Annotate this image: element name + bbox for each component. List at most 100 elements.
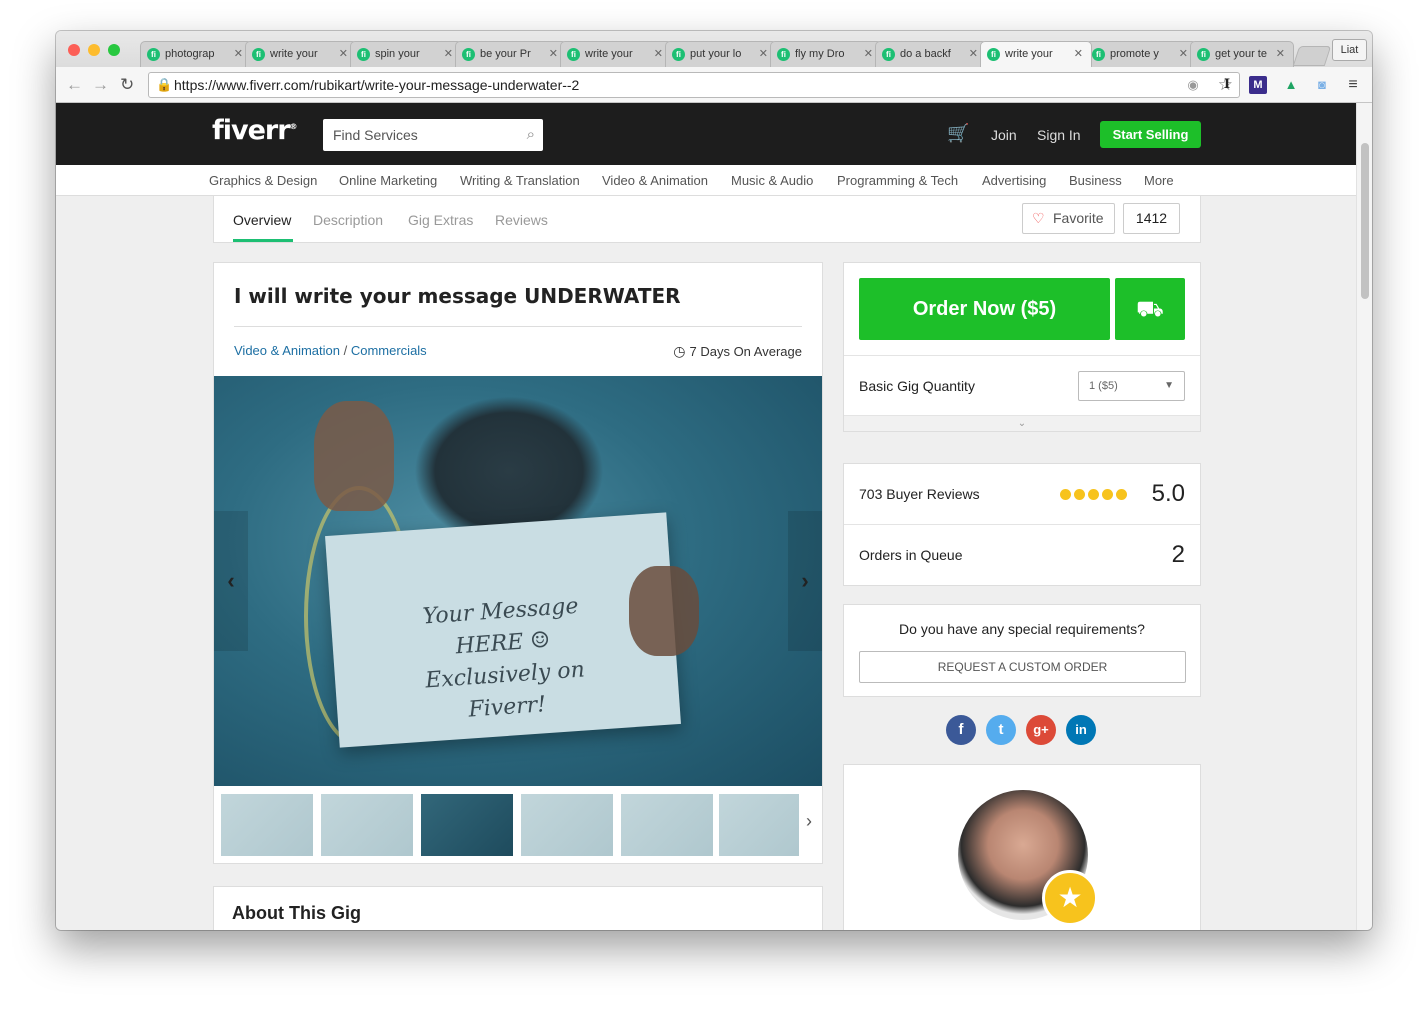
close-tab-icon[interactable]: ✕	[654, 47, 663, 60]
join-link[interactable]: Join	[991, 127, 1017, 143]
tab-overview[interactable]: Overview	[233, 212, 291, 228]
extension-pin-icon[interactable]: ◉	[1184, 76, 1202, 94]
gallery-thumbnail[interactable]	[621, 794, 713, 856]
browser-window: fi photograp ✕ fi write your ✕ fi spin your ✕ …	[56, 31, 1372, 930]
browser-tab[interactable]: fi photograp ✕	[140, 41, 252, 67]
browser-tab[interactable]: fi spin your ✕	[350, 41, 462, 67]
category-programming-tech[interactable]: Programming & Tech	[837, 173, 958, 188]
category-music-audio[interactable]: Music & Audio	[731, 173, 813, 188]
close-tab-icon[interactable]: ✕	[969, 47, 978, 60]
linkedin-icon[interactable]: in	[1066, 715, 1096, 745]
close-tab-icon[interactable]: ✕	[339, 47, 348, 60]
browser-tab[interactable]: fi write your ✕	[245, 41, 357, 67]
tab-title: put your lo	[690, 48, 742, 60]
close-tab-icon[interactable]: ✕	[864, 47, 873, 60]
sign-in-link[interactable]: Sign In	[1037, 127, 1081, 143]
category-writing-translation[interactable]: Writing & Translation	[460, 173, 580, 188]
heart-icon: ♡	[1032, 210, 1045, 226]
category-online-marketing[interactable]: Online Marketing	[339, 173, 437, 188]
fiverr-favicon-icon: fi	[777, 48, 790, 61]
gallery-thumbnail[interactable]	[719, 794, 799, 856]
cart-icon[interactable]: 🛒	[947, 123, 969, 144]
breadcrumb-category-link[interactable]: Video & Animation	[234, 343, 340, 358]
category-business[interactable]: Business	[1069, 173, 1122, 188]
fiverr-favicon-icon: fi	[1092, 48, 1105, 61]
extension-m-icon[interactable]: M	[1249, 76, 1267, 94]
scrollbar-thumb[interactable]	[1361, 143, 1369, 299]
close-window-button[interactable]	[68, 44, 80, 56]
gallery-next-button[interactable]: ›	[788, 511, 822, 651]
category-more[interactable]: More	[1144, 173, 1174, 188]
thumbnails-next-icon[interactable]: ›	[806, 811, 812, 832]
browser-tab[interactable]: fi fly my Dro ✕	[770, 41, 882, 67]
google-drive-icon[interactable]: ▲	[1282, 76, 1300, 94]
reload-icon[interactable]: ↻	[120, 75, 134, 95]
browser-tab[interactable]: fi get your te ✕	[1190, 41, 1294, 67]
add-to-cart-button[interactable]: ⛟	[1115, 278, 1185, 340]
order-now-button[interactable]: Order Now ($5)	[859, 278, 1110, 340]
close-tab-icon[interactable]: ✕	[549, 47, 558, 60]
close-tab-icon[interactable]: ✕	[1074, 47, 1083, 60]
forward-arrow-icon[interactable]: →	[92, 75, 109, 95]
favorite-button[interactable]: ♡ Favorite	[1022, 203, 1115, 234]
site-header: fiverr® Find Services ⌕ 🛒 Join Sign In S…	[56, 103, 1356, 165]
menu-icon[interactable]: ≡	[1344, 76, 1362, 94]
quantity-select[interactable]: 1 ($5) ▼	[1078, 371, 1185, 401]
diver-hand	[314, 401, 394, 511]
tab-description[interactable]: Description	[313, 212, 383, 228]
tab-title: be your Pr	[480, 48, 531, 60]
browser-tab[interactable]: fi promote y ✕	[1085, 41, 1197, 67]
gallery-thumbnail-selected[interactable]	[421, 794, 513, 856]
new-tab-button[interactable]	[1292, 46, 1332, 66]
browser-tab[interactable]: fi write your ✕	[560, 41, 672, 67]
back-arrow-icon[interactable]: ←	[66, 75, 83, 95]
gallery-thumbnail[interactable]	[521, 794, 613, 856]
breadcrumb-subcategory-link[interactable]: Commercials	[351, 343, 427, 358]
browser-tab[interactable]: fi do a backf ✕	[875, 41, 987, 67]
category-video-animation[interactable]: Video & Animation	[602, 173, 708, 188]
browser-tab-active[interactable]: fi write your ✕	[980, 41, 1092, 67]
profile-button[interactable]: Liat	[1332, 39, 1367, 61]
close-tab-icon[interactable]: ✕	[444, 47, 453, 60]
tab-title: write your	[585, 48, 633, 60]
extension-instapaper-icon[interactable]: I	[1218, 76, 1236, 94]
requirements-question: Do you have any special requirements?	[899, 621, 1145, 637]
fiverr-favicon-icon: fi	[462, 48, 475, 61]
request-custom-order-button[interactable]: REQUEST A CUSTOM ORDER	[859, 651, 1186, 683]
tab-title: spin your	[375, 48, 420, 60]
google-plus-icon[interactable]: g+	[1026, 715, 1056, 745]
facebook-icon[interactable]: f	[946, 715, 976, 745]
category-graphics-design[interactable]: Graphics & Design	[209, 173, 317, 188]
start-selling-button[interactable]: Start Selling	[1100, 121, 1201, 148]
camera-icon[interactable]: ◙	[1313, 76, 1331, 94]
tab-reviews[interactable]: Reviews	[495, 212, 548, 228]
vertical-scrollbar[interactable]	[1356, 103, 1372, 930]
search-icon[interactable]: ⌕	[527, 119, 535, 151]
dropdown-arrow-icon: ▼	[1164, 380, 1174, 391]
close-tab-icon[interactable]: ✕	[1179, 47, 1188, 60]
gallery-prev-button[interactable]: ‹	[214, 511, 248, 651]
close-tab-icon[interactable]: ✕	[234, 47, 243, 60]
about-heading: About This Gig	[232, 903, 361, 923]
gallery-thumbnail[interactable]	[221, 794, 313, 856]
category-advertising[interactable]: Advertising	[982, 173, 1046, 188]
tab-title: fly my Dro	[795, 48, 845, 60]
twitter-icon[interactable]: t	[986, 715, 1016, 745]
fiverr-logo[interactable]: fiverr®	[212, 115, 298, 146]
favorite-label: Favorite	[1053, 210, 1104, 226]
cart-download-icon: ⛟	[1136, 296, 1164, 321]
close-tab-icon[interactable]: ✕	[1276, 47, 1285, 60]
search-input[interactable]: Find Services ⌕	[323, 119, 543, 151]
reviews-count[interactable]: 703 Buyer Reviews	[859, 486, 980, 502]
close-tab-icon[interactable]: ✕	[759, 47, 768, 60]
expand-chevron-icon[interactable]: ⌄	[844, 416, 1200, 431]
zoom-window-button[interactable]	[108, 44, 120, 56]
gig-gallery-image[interactable]: Your Message HERE ☺ Exclusively on Fiver…	[214, 376, 822, 786]
browser-tab[interactable]: fi put your lo ✕	[665, 41, 777, 67]
minimize-window-button[interactable]	[88, 44, 100, 56]
browser-tab[interactable]: fi be your Pr ✕	[455, 41, 567, 67]
address-bar[interactable]: 🔒 https://www.fiverr.com/rubikart/write-…	[148, 72, 1240, 98]
tab-gig-extras[interactable]: Gig Extras	[408, 212, 473, 228]
gallery-thumbnail[interactable]	[321, 794, 413, 856]
logo-registered-mark: ®	[289, 122, 298, 131]
